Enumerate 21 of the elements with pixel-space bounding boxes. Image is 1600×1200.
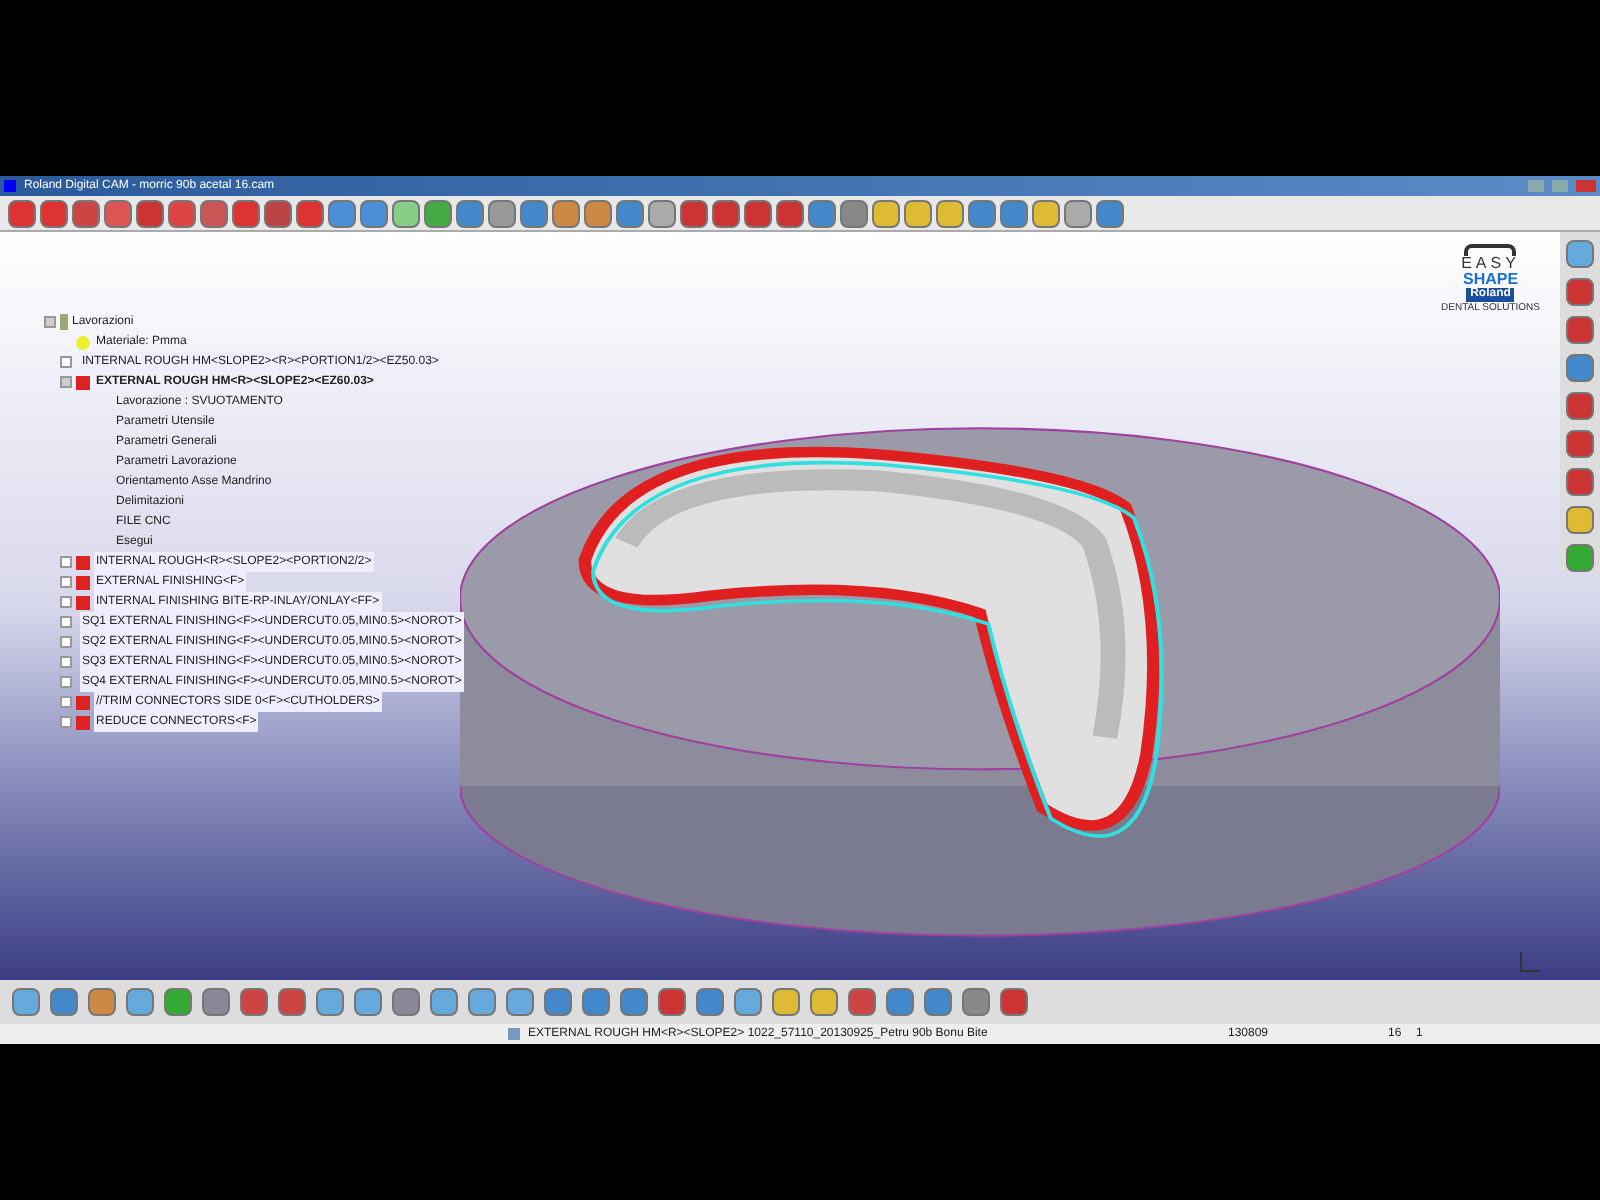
logo-arch-icon <box>1464 244 1517 256</box>
axis-icon <box>1520 952 1540 972</box>
material-icon <box>76 335 90 349</box>
expand-toggle[interactable] <box>60 616 72 628</box>
expand-toggle[interactable] <box>60 716 72 728</box>
expand-toggle[interactable] <box>60 556 72 568</box>
expand-toggle[interactable] <box>60 576 72 588</box>
expand-toggle[interactable] <box>60 696 72 708</box>
expand-toggle[interactable] <box>60 656 72 668</box>
status-icon <box>508 1028 520 1040</box>
folder-icon <box>60 314 68 330</box>
expand-toggle[interactable] <box>60 596 72 608</box>
expand-toggle[interactable] <box>60 636 72 648</box>
expand-toggle[interactable] <box>60 376 72 388</box>
logo-text: EASY <box>1461 256 1520 272</box>
expand-toggle[interactable] <box>60 356 72 368</box>
expand-toggle[interactable] <box>60 676 72 688</box>
operation-icon <box>76 375 90 389</box>
app-icon <box>4 180 16 192</box>
expand-toggle[interactable] <box>44 316 56 328</box>
logo-text: SHAPE <box>1462 272 1519 288</box>
